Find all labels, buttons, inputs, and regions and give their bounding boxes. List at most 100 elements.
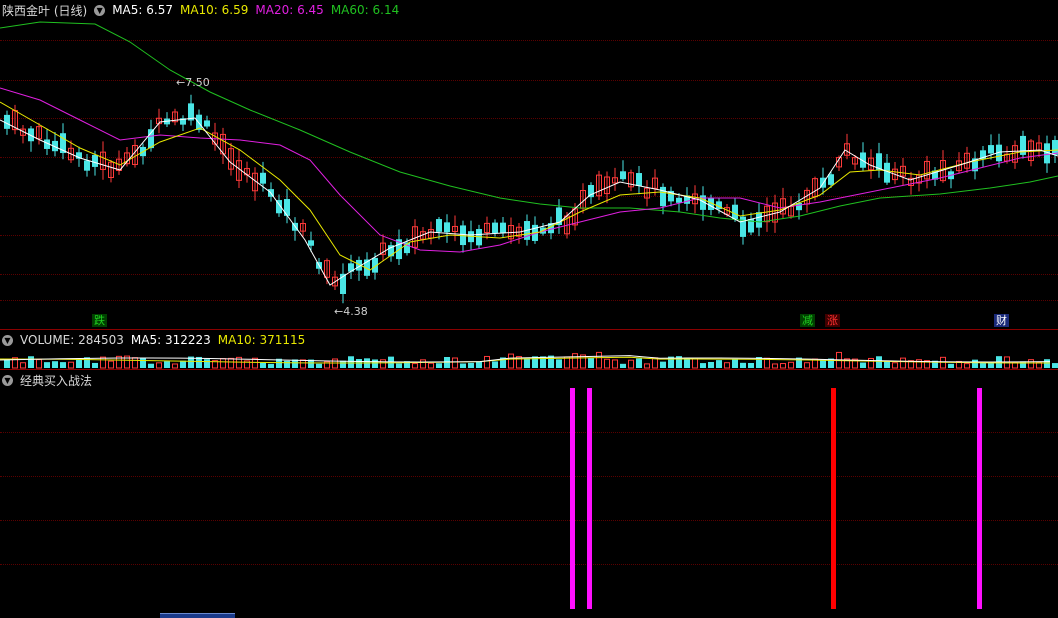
event-tag-reduce[interactable]: 减 [800, 314, 815, 327]
candle-body [92, 154, 98, 167]
volume-bar [372, 359, 378, 368]
signal-title: 经典买入战法 [20, 373, 93, 388]
volume-bar [60, 362, 66, 368]
volume-bar [476, 361, 482, 368]
candle-body [884, 162, 890, 183]
candle-body [676, 197, 682, 203]
volume-panel[interactable]: ▼ VOLUME: 284503 MA5: 312223 MA10: 37111… [0, 331, 1058, 370]
volume-bar [220, 358, 226, 369]
volume-bar [732, 359, 738, 368]
volume-bar [204, 359, 210, 368]
signal-panel[interactable]: ▼ 经典买入战法 [0, 370, 1058, 617]
volume-bar [740, 362, 746, 368]
candle-body [444, 222, 450, 233]
volume-menu-icon[interactable]: ▼ [2, 334, 13, 346]
volume-bar [716, 360, 722, 368]
volume-bar [620, 363, 626, 368]
candle-body [492, 222, 498, 234]
date-cursor-bar[interactable] [160, 613, 235, 618]
volume-bar [396, 363, 402, 368]
signal-menu-icon[interactable]: ▼ [2, 374, 13, 386]
volume-bar [164, 361, 170, 368]
signal-chart[interactable] [0, 370, 1058, 617]
volume-bar [876, 356, 882, 368]
buy-signal-bar [587, 388, 592, 609]
volume-bar [484, 355, 490, 369]
volume-bar [36, 359, 42, 369]
ma20-label: MA20: 6.45 [255, 3, 324, 17]
buy-signal-bar [977, 388, 982, 609]
candlestick-chart[interactable] [0, 0, 1058, 331]
volume-bar [20, 362, 26, 369]
ma10-label: MA10: 6.59 [179, 3, 249, 17]
volume-bar [900, 357, 906, 369]
volume-bar [356, 359, 362, 368]
buy-signal-bar [570, 388, 575, 609]
volume-bar [100, 356, 106, 369]
candle-body [1052, 140, 1058, 155]
volume-bar [460, 363, 466, 368]
volume-bar [108, 360, 114, 369]
volume-bar [340, 360, 346, 368]
volume-bar [1052, 363, 1058, 368]
volume-bar [332, 358, 338, 369]
price-chart-panel[interactable]: 陕西金叶 (日线) ▼ MA5: 6.57 MA10: 6.59 MA20: 6… [0, 0, 1058, 331]
candle-body [500, 222, 506, 233]
volume-bar [980, 362, 986, 368]
volume-bar [508, 353, 514, 369]
candle-body [436, 219, 442, 232]
volume-bar [604, 358, 610, 369]
volume-bar [748, 363, 754, 368]
indicator-menu-icon[interactable]: ▼ [94, 4, 106, 16]
volume-bar [988, 362, 994, 368]
volume-bar [180, 360, 186, 368]
volume-bar [92, 362, 98, 368]
volume-bar [84, 357, 90, 368]
candle-body [308, 240, 314, 246]
volume-bar [260, 362, 266, 368]
volume-bar [780, 363, 786, 369]
volume-bar [588, 358, 594, 368]
volume-bar [148, 363, 154, 368]
volume-bar [556, 359, 562, 368]
volume-bar [788, 361, 794, 369]
volume-bar [708, 361, 714, 368]
volume-bar [692, 357, 698, 369]
volume-bar [436, 363, 442, 368]
volume-bar [1028, 359, 1034, 369]
event-tag-finance[interactable]: 财 [994, 314, 1009, 327]
high-price-note: ←7.50 [176, 76, 210, 89]
volume-bar [228, 357, 234, 369]
stock-title[interactable]: 陕西金叶 (日线) [2, 2, 87, 19]
volume-bar [724, 362, 730, 369]
volume-bar [316, 363, 322, 368]
volume-bar [4, 359, 10, 368]
volume-bar [524, 358, 530, 368]
volume-bar [820, 359, 826, 368]
volume-ma10-label: MA10: 371115 [217, 333, 306, 347]
candle-body [636, 173, 642, 186]
volume-bar [892, 362, 898, 369]
volume-ma5-label: MA5: 312223 [130, 333, 211, 347]
candle-body [260, 172, 266, 184]
low-price-value: 4.38 [343, 305, 368, 318]
volume-bar [972, 359, 978, 368]
candle-body [284, 199, 290, 216]
panel-divider [0, 329, 1058, 330]
volume-bar [572, 353, 578, 369]
volume-bar [964, 363, 970, 369]
volume-bar [268, 363, 274, 368]
volume-bar [132, 357, 138, 369]
volume-bar [172, 363, 178, 369]
volume-bar [140, 358, 146, 368]
candle-body [988, 145, 994, 154]
event-tag-rise[interactable]: 涨 [825, 314, 840, 327]
high-price-value: 7.50 [185, 76, 210, 89]
volume-bar [156, 362, 162, 369]
volume-bar [468, 362, 474, 368]
volume-bar [52, 361, 58, 368]
volume-bar [860, 362, 866, 368]
event-tag-fall[interactable]: 跌 [92, 314, 107, 327]
price-header: 陕西金叶 (日线) ▼ MA5: 6.57 MA10: 6.59 MA20: 6… [2, 2, 399, 18]
candle-body [620, 171, 626, 180]
